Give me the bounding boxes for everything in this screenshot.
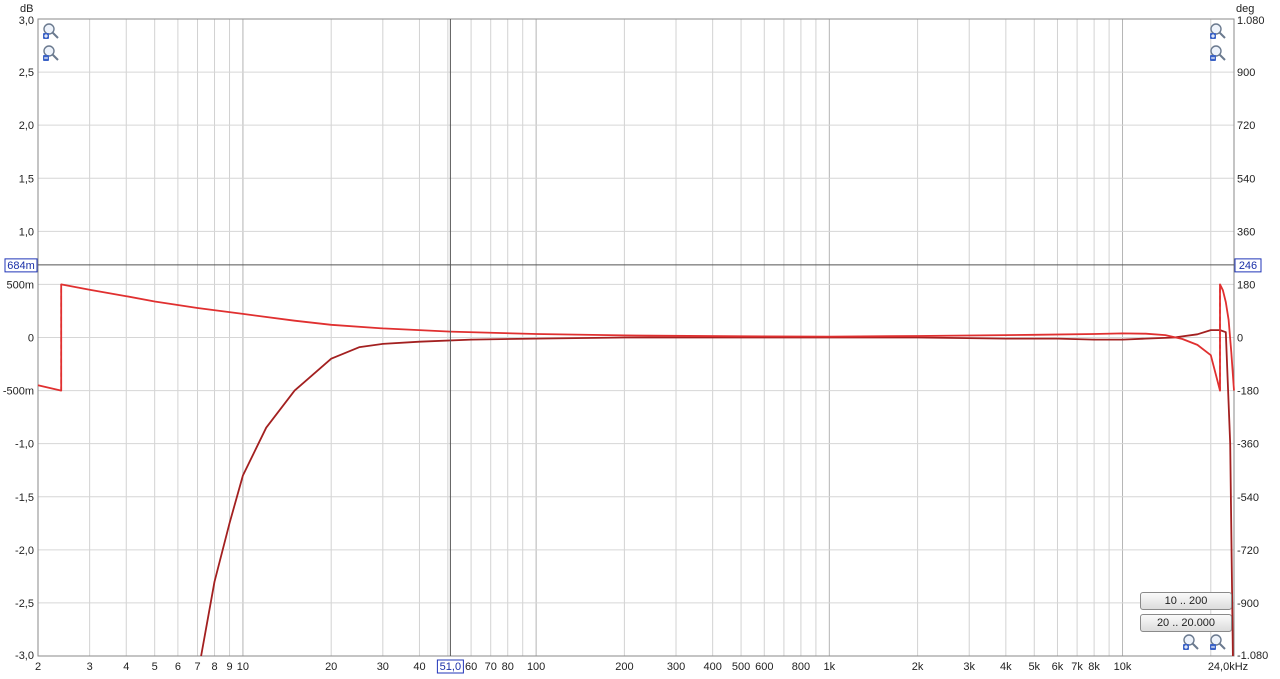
- x-tick-label: 6k: [1052, 661, 1064, 673]
- x-tick-label: 500: [732, 661, 750, 673]
- y-right-axis-unit-label: deg: [1236, 3, 1254, 15]
- x-tick-label: 600: [755, 661, 773, 673]
- x-tick-label: 4k: [1000, 661, 1012, 673]
- y-tick-label: 3,0: [19, 15, 34, 27]
- x-tick-label: 800: [792, 661, 810, 673]
- x-tick-label: 400: [703, 661, 721, 673]
- x-tick-label: 30: [377, 661, 389, 673]
- y-tick-label: -2,5: [15, 598, 34, 610]
- x-tick-label: 7k: [1071, 661, 1083, 673]
- y-right-tick-label: -720: [1237, 545, 1259, 557]
- x-tick-label: 8: [211, 661, 217, 673]
- zoom-in-icon[interactable]: [1209, 22, 1227, 40]
- x-tick-label: 2k: [912, 661, 924, 673]
- zoom-out-icon[interactable]: [1209, 633, 1227, 651]
- y-tick-label: -3,0: [15, 650, 34, 662]
- x-tick-label: 5k: [1028, 661, 1040, 673]
- x-tick-label: 2: [35, 661, 41, 673]
- y-tick-label: 0: [28, 333, 34, 345]
- x-tick-label: 200: [615, 661, 633, 673]
- y-tick-label: -1,5: [15, 492, 34, 504]
- x-tick-label: 10k: [1114, 661, 1132, 673]
- zoom-out-icon[interactable]: [1209, 44, 1227, 62]
- x-tick-label: 10: [237, 661, 249, 673]
- x-tick-label: 24,0kHz: [1208, 661, 1248, 673]
- y-tick-label: -500m: [3, 386, 34, 398]
- x-tick-label: 80: [502, 661, 514, 673]
- cursor-y-label: 684m: [7, 260, 35, 272]
- y-tick-label: -1,0: [15, 439, 34, 451]
- y-tick-label: -2,0: [15, 545, 34, 557]
- y-tick-label: 500m: [6, 279, 34, 291]
- zoom-in-icon[interactable]: [1182, 633, 1200, 651]
- frequency-response-chart[interactable]: 684m 24651,0 3,02,52,01,51,0500m0-500m-1,…: [0, 0, 1280, 679]
- x-tick-label: 4: [123, 661, 129, 673]
- y-tick-label: 2,0: [19, 120, 34, 132]
- x-tick-label: 20: [325, 661, 337, 673]
- x-tick-label: 7: [194, 661, 200, 673]
- y-tick-label: 1,5: [19, 173, 34, 185]
- cursor-x-label: 51,0: [440, 661, 461, 673]
- x-tick-label: 1k: [824, 661, 836, 673]
- x-tick-label: 8k: [1088, 661, 1100, 673]
- y-right-tick-label: 180: [1237, 279, 1255, 291]
- x-tick-label: 3k: [963, 661, 975, 673]
- zoom-out-icon[interactable]: [42, 44, 60, 62]
- y-axis-unit-label: dB: [20, 3, 33, 15]
- y-right-tick-label: 900: [1237, 67, 1255, 79]
- x-tick-label: 6: [175, 661, 181, 673]
- y-right-tick-label: -360: [1237, 439, 1259, 451]
- y-right-tick-label: 0: [1237, 333, 1243, 345]
- x-tick-label: 70: [485, 661, 497, 673]
- y-tick-label: 2,5: [19, 67, 34, 79]
- cursor-y-right-label: 246: [1239, 260, 1257, 272]
- x-tick-label: 3: [87, 661, 93, 673]
- x-tick-label: 100: [527, 661, 545, 673]
- y-right-tick-label: 360: [1237, 226, 1255, 238]
- y-tick-label: 1,0: [19, 226, 34, 238]
- y-right-tick-label: 540: [1237, 173, 1255, 185]
- range-20-20000-button[interactable]: 20 .. 20.000: [1140, 614, 1232, 632]
- x-tick-label: 60: [465, 661, 477, 673]
- zoom-in-icon[interactable]: [42, 22, 60, 40]
- y-right-tick-label: 720: [1237, 120, 1255, 132]
- y-right-tick-label: -180: [1237, 386, 1259, 398]
- range-10-200-button[interactable]: 10 .. 200: [1140, 592, 1232, 610]
- y-right-tick-label: -900: [1237, 598, 1259, 610]
- y-right-tick-label: -540: [1237, 492, 1259, 504]
- x-tick-label: 300: [667, 661, 685, 673]
- x-tick-label: 9: [226, 661, 232, 673]
- x-tick-label: 5: [152, 661, 158, 673]
- y-right-tick-label: 1.080: [1237, 15, 1265, 27]
- x-tick-label: 40: [413, 661, 425, 673]
